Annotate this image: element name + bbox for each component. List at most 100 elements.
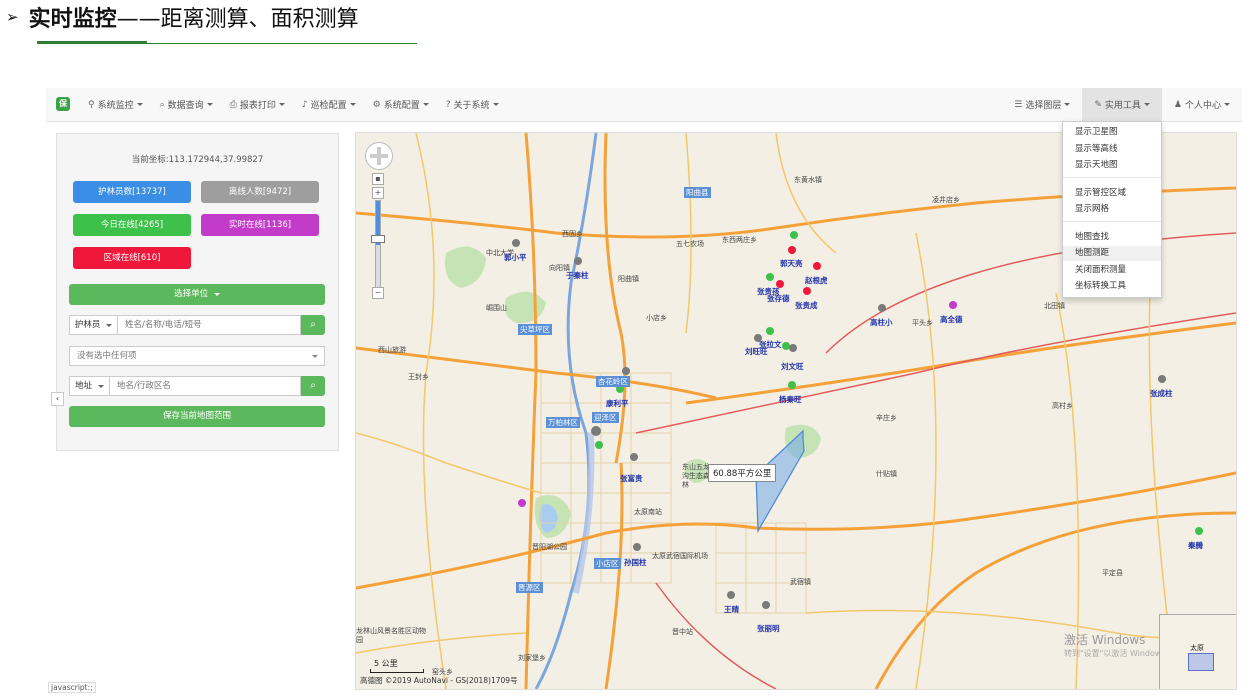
caret-down-icon [213,293,220,296]
overview-label: 太原 [1190,644,1204,652]
map-place-name: 东西两庄乡 [722,236,757,244]
caret-down-icon [1224,103,1230,106]
ranger-label[interactable]: 秦腾 [1188,540,1203,551]
overview-map[interactable]: 太原 [1159,614,1236,689]
menu-map-distance[interactable]: 地图测距 [1063,246,1161,261]
address-type-label: 地址 [75,381,93,391]
ranger-label[interactable]: 高柱小 [870,317,893,328]
menu-show-grid[interactable]: 显示网格 [1063,202,1161,217]
zoom-reset-button[interactable]: ▪ [372,173,384,185]
today-online-button[interactable]: 今日在线[4265] [73,214,191,236]
area-measure-label: 60.88平方公里 [708,464,777,482]
ranger-label[interactable]: 张拉文 [759,339,782,350]
area-online-button[interactable]: 区域在线[610] [73,247,191,269]
map-place-name: 中北大学 [486,249,514,257]
zoom-slider[interactable] [375,200,381,296]
nav-system-monitor[interactable]: ⚲ 系统监控 [88,98,143,111]
district-label: 阳曲县 [684,187,711,198]
nav-data-query[interactable]: ⌕ 数据查询 [160,98,213,111]
map-copyright: 高德图 ©2019 AutoNavi - GS(2018)1709号 [360,676,518,685]
top-navbar: 保 ⚲ 系统监控 ⌕ 数据查询 ⎙ 报表打印 ♪ 巡检配置 ⚙ 系统配置 ? 关于系统 ☰ 选… [46,88,1242,122]
map-place-name: 太原南站 [634,508,662,516]
nav-left: ⚲ 系统监控 ⌕ 数据查询 ⎙ 报表打印 ♪ 巡检配置 ⚙ 系统配置 ? 关于系统 [88,88,516,121]
ranger-label[interactable]: 张成柱 [1150,388,1173,399]
app-window: 保 ⚲ 系统监控 ⌕ 数据查询 ⎙ 报表打印 ♪ 巡检配置 ⚙ 系统配置 ? 关于系统 ☰ 选… [46,88,1242,693]
ranger-label[interactable]: 张丽明 [757,623,780,634]
nav-report-print[interactable]: ⎙ 报表打印 [230,98,285,111]
menu-map-search[interactable]: 地图查找 [1063,230,1161,245]
ranger-count-button[interactable]: 护林员数[13737] [73,181,191,203]
nav-label: 实用工具 [1104,101,1141,111]
nav-user-center[interactable]: ♟ 个人中心 [1162,88,1242,121]
menu-show-satellite[interactable]: 显示卫星图 [1063,125,1161,140]
menu-coord-convert[interactable]: 坐标转换工具 [1063,279,1161,294]
nav-utility-tools[interactable]: ✎ 实用工具 [1082,88,1162,121]
print-icon: ⎙ [229,99,237,110]
nav-patrol-config[interactable]: ♪ 巡检配置 [302,98,356,111]
ranger-label[interactable]: 高全德 [940,314,963,325]
nav-system-config[interactable]: ⚙ 系统配置 [373,98,429,111]
address-search-group: 地址 ⌕ [69,376,325,396]
list-icon: ☰ [1014,99,1023,110]
map-place-name: 晋阳湖公园 [532,543,567,551]
map-place-name: 西山旅游 [378,346,406,354]
map-scale-bar [370,669,424,673]
ranger-label[interactable]: 康利平 [606,398,629,409]
ranger-label[interactable]: 张富贵 [620,473,643,484]
ranger-search-input[interactable] [117,315,301,335]
slide-title-rest: ——距离测算、面积测算 [116,7,359,32]
ranger-label[interactable]: 郭天亮 [780,258,803,269]
task-select[interactable]: 没有选中任何项 [69,346,325,366]
address-search-button[interactable]: ⌕ [301,376,325,396]
nav-label: 个人中心 [1184,101,1221,111]
ranger-label[interactable]: 张贵成 [795,300,818,311]
map-place-name: 刘家堡乡 [518,654,546,662]
nav-label: 巡检配置 [310,101,347,111]
pan-cross-h [370,154,388,158]
menu-show-contour[interactable]: 显示等高线 [1063,142,1161,157]
ranger-label[interactable]: 杨秦旺 [779,394,802,405]
ranger-label[interactable]: 刘文旺 [781,361,804,372]
zoom-out-button[interactable]: − [372,287,384,299]
menu-close-area-measure[interactable]: 关闭面积测量 [1063,263,1161,278]
menu-divider [1063,221,1161,222]
map-scale-text: 5 公里 [374,659,398,668]
address-type-dropdown[interactable]: 地址 [69,376,109,396]
search-icon: ⌕ [310,319,316,330]
menu-show-tianditu[interactable]: 显示天地图 [1063,158,1161,173]
ranger-label[interactable]: 张存德 [767,293,790,304]
ranger-type-dropdown[interactable]: 护林员 [69,315,117,335]
slide-title-bold: 实时监控 [28,7,117,32]
district-label: 小店区 [594,558,621,569]
nav-right: ☰ 选择图层 ✎ 实用工具 ♟ 个人中心 [1002,88,1242,121]
save-map-range-button[interactable]: 保存当前地图范围 [69,406,325,427]
collapse-panel-button[interactable]: ‹ [51,392,64,406]
overview-viewport[interactable] [1188,653,1214,671]
pan-control[interactable] [365,142,393,170]
address-search-input[interactable] [109,376,301,396]
realtime-online-button[interactable]: 实时在线[1136] [201,214,319,236]
user-icon: ♟ [1173,99,1182,110]
map-place-name: 太原武宿国际机场 [652,552,708,560]
utility-tools-dropdown: 显示卫星图 显示等高线 显示天地图 显示管控区域 显示网格 地图查找 地图测距 … [1062,121,1162,298]
nav-select-layer[interactable]: ☰ 选择图层 [1002,88,1082,121]
menu-divider [1063,177,1161,178]
select-unit-button[interactable]: 选择单位 [69,284,325,305]
map-place-name: 西固乡 [562,230,583,238]
map-place-name: 龙林山风景名胜区动物园 [356,627,426,644]
map-place-name: 什贴镇 [876,470,897,478]
ranger-label[interactable]: 王晴 [724,604,739,615]
offline-count-button[interactable]: 离线人数[9472] [201,181,319,203]
menu-show-control-area[interactable]: 显示管控区域 [1063,186,1161,201]
zoom-in-button[interactable]: + [372,187,384,199]
ranger-label[interactable]: 赵根虎 [805,275,828,286]
district-label: 晋源区 [516,582,543,593]
title-underline-accent [37,41,147,44]
map-place-name: 崛围山 [486,304,507,312]
brand-logo[interactable]: 保 [56,97,70,111]
zoom-slider-handle[interactable] [371,235,385,243]
nav-about[interactable]: ? 关于系统 [446,98,499,111]
ranger-label[interactable]: 孙国柱 [624,557,647,568]
ranger-search-button[interactable]: ⌕ [301,315,325,335]
question-icon: ? [445,99,451,110]
